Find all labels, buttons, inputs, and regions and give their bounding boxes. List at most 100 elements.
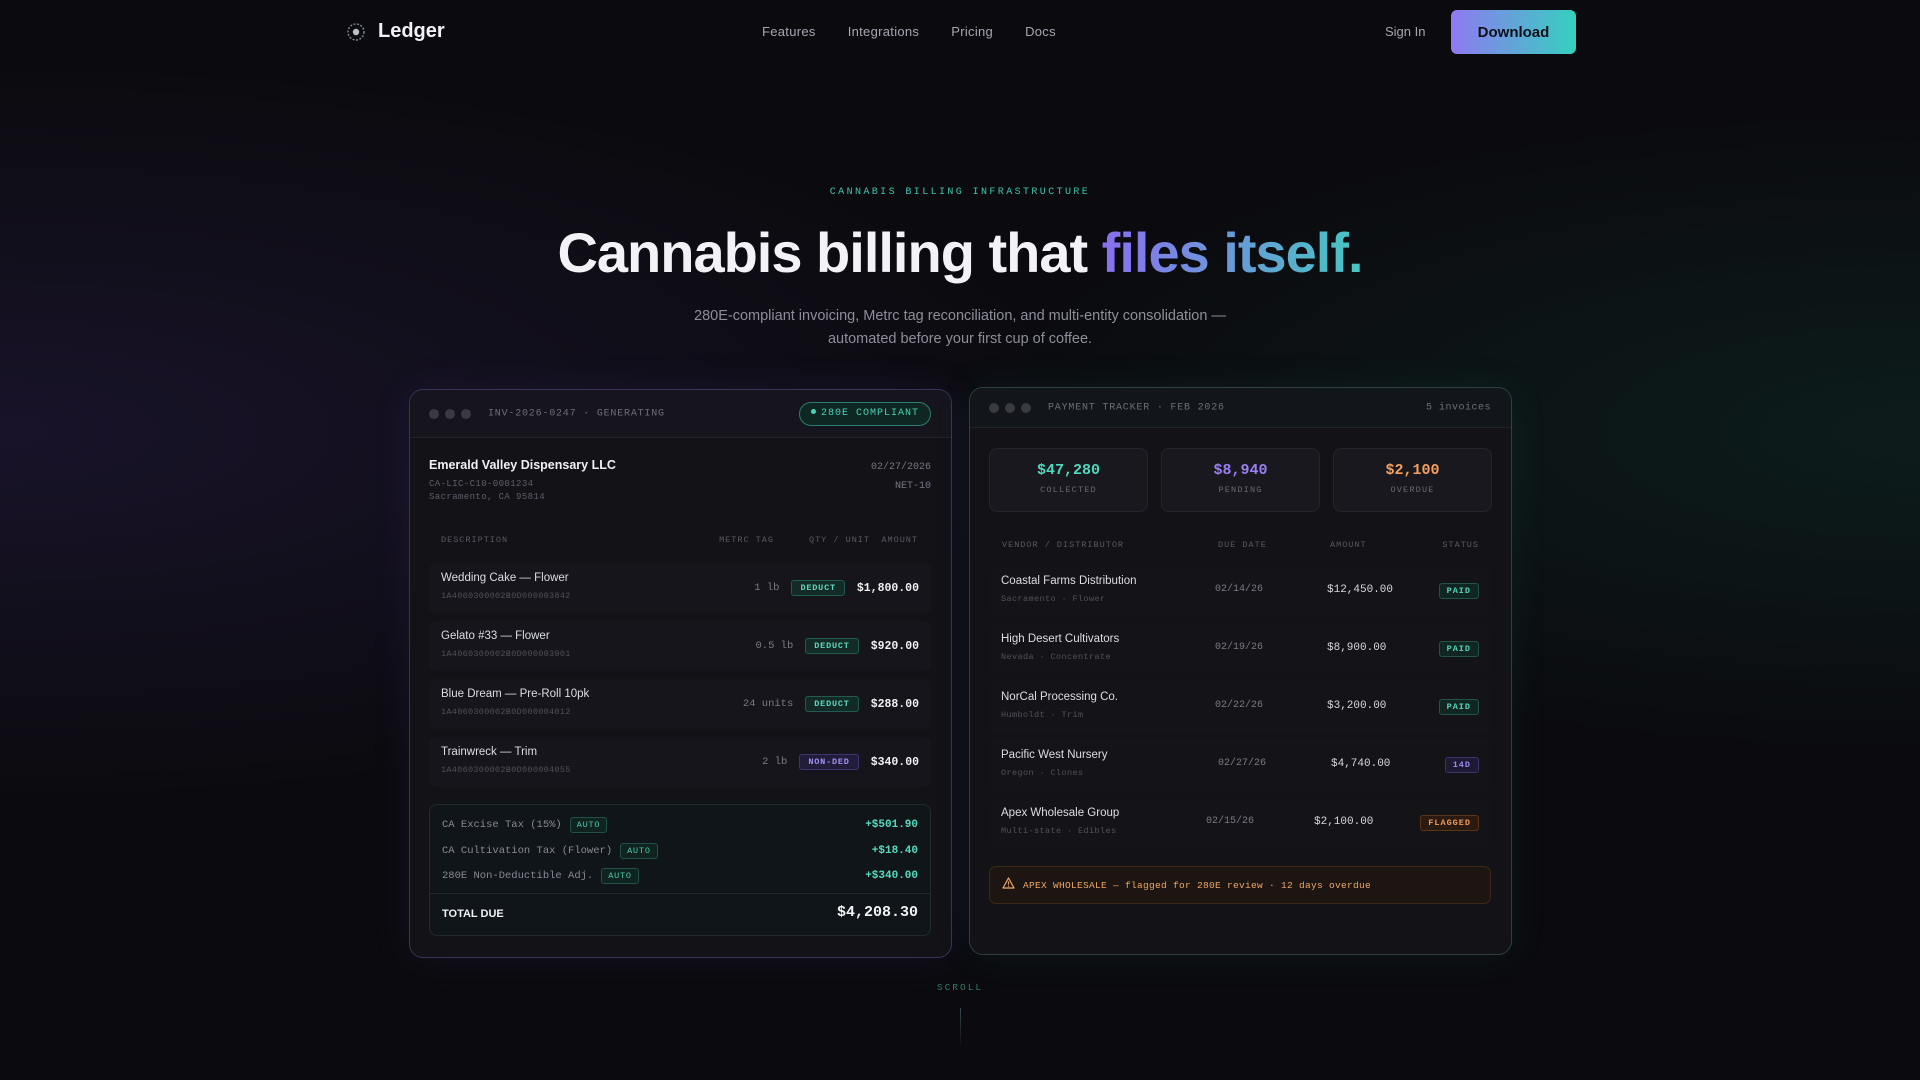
nav-link-pricing[interactable]: Pricing (951, 24, 993, 39)
top-nav: Ledger Features Integrations Pricing Doc… (346, 10, 1576, 54)
item-name: Blue Dream — Pre-Roll 10pk (441, 688, 590, 700)
item-metrc-tag: 1A4060300002B0D000004055 (441, 765, 571, 775)
alert-text: APEX WHOLESALE — flagged for 280E review… (1023, 879, 1372, 891)
non-deductible-badge: NON-DED (799, 754, 859, 770)
sign-in-link[interactable]: Sign In (1385, 24, 1425, 39)
payment-row[interactable]: NorCal Processing Co. Humboldt · Trim 02… (989, 682, 1491, 732)
download-button[interactable]: Download (1451, 10, 1576, 54)
tax-value: +$501.90 (865, 819, 918, 831)
invoice-id: INV-2026-0247 · GENERATING (488, 408, 665, 419)
payment-row[interactable]: Apex Wholesale Group Multi-state · Edibl… (989, 798, 1491, 848)
tax-value: +$18.40 (871, 845, 918, 857)
payment-amount: $3,200.00 (1327, 700, 1387, 712)
total-due-label: TOTAL DUE (442, 908, 504, 920)
line-item[interactable]: Gelato #33 — Flower 1A4060300002B0D00000… (429, 621, 931, 671)
item-qty: 2 lb (762, 756, 788, 768)
status-badge: PAID (1438, 699, 1479, 715)
tax-row: CA Cultivation Tax (Flower) AUTO +$18.40 (442, 843, 918, 863)
item-qty: 24 units (742, 698, 794, 710)
invoice-header: Emerald Valley Dispensary LLC CA-LIC-C10… (429, 458, 931, 508)
stat-value: $47,280 (1036, 462, 1100, 479)
customer-license: CA-LIC-C10-0001234 (429, 479, 534, 489)
vendor-name: Apex Wholesale Group (1001, 807, 1120, 819)
payment-amount: $2,100.00 (1314, 816, 1374, 828)
tax-summary: CA Excise Tax (15%) AUTO +$501.90 CA Cult… (429, 804, 931, 936)
auto-badge: AUTO (620, 843, 658, 859)
vendor-name: NorCal Processing Co. (1001, 691, 1118, 703)
col-metrc-tag: METRC TAG (719, 535, 774, 545)
tax-label-text: CA Excise Tax (15%) (442, 819, 562, 831)
invoice-date-terms: 02/27/2026 NET-10 (871, 458, 931, 496)
payment-amount: $8,900.00 (1327, 642, 1387, 654)
tax-value: +$340.00 (865, 870, 918, 882)
flag-alert[interactable]: APEX WHOLESALE — flagged for 280E review… (989, 866, 1491, 904)
invoice-date: 02/27/2026 (870, 462, 931, 473)
tax-label-text: CA Cultivation Tax (Flower) (442, 845, 613, 857)
brand[interactable]: Ledger (346, 20, 445, 43)
compliant-badge: 280E COMPLIANT (798, 402, 931, 426)
window-dot (445, 408, 455, 419)
window-dot (429, 408, 439, 419)
vendor-name: High Desert Cultivators (1001, 633, 1120, 645)
hero-headline: Cannabis billing that files itself. (0, 220, 1920, 285)
window-dot (989, 402, 999, 413)
stat-value: $2,100 (1385, 462, 1440, 479)
item-amount: $920.00 (870, 639, 919, 653)
nav-link-features[interactable]: Features (762, 24, 816, 39)
payment-row[interactable]: Pacific West Nursery Oregon · Clones 02/… (989, 740, 1491, 790)
item-name: Gelato #33 — Flower (441, 630, 550, 642)
window-dots (429, 408, 471, 419)
window-dots (989, 402, 1031, 413)
item-qty: 1 lb (754, 582, 780, 594)
item-amount: $288.00 (870, 697, 919, 711)
warning-icon (1002, 876, 1015, 894)
subheadline-line-1: 280E-compliant invoicing, Metrc tag reco… (694, 308, 1226, 324)
item-name: Wedding Cake — Flower (441, 572, 569, 584)
headline-plain: Cannabis billing that (557, 221, 1102, 284)
item-values: 2 lb NON-DED $340.00 (762, 754, 919, 770)
nav-link-integrations[interactable]: Integrations (848, 24, 920, 39)
divider (430, 893, 930, 894)
due-date: 02/19/26 (1215, 642, 1264, 653)
payment-tracker-panel: PAYMENT TRACKER · FEB 2026 5 invoices $4… (969, 387, 1512, 955)
payment-row[interactable]: Coastal Farms Distribution Sacramento · … (989, 566, 1491, 616)
stat-label: OVERDUE (1390, 485, 1435, 495)
tax-label: CA Excise Tax (15%) AUTO (442, 817, 918, 833)
tax-label-text: 280E Non-Deductible Adj. (442, 870, 594, 882)
line-item[interactable]: Blue Dream — Pre-Roll 10pk 1A4060300002B… (429, 679, 931, 729)
nav-link-docs[interactable]: Docs (1025, 24, 1056, 39)
scroll-indicator-label[interactable]: SCROLL (0, 982, 1920, 993)
tracker-panel-titlebar: PAYMENT TRACKER · FEB 2026 5 invoices (970, 388, 1511, 428)
item-qty: 0.5 lb (755, 640, 794, 652)
line-item[interactable]: Wedding Cake — Flower 1A4060300002B0D000… (429, 563, 931, 613)
vendor-meta: Nevada · Concentrate (1001, 652, 1112, 662)
scroll-indicator-line (960, 1008, 961, 1048)
item-values: 24 units DEDUCT $288.00 (743, 696, 919, 712)
due-date: 02/27/26 (1218, 758, 1267, 769)
vendor-meta: Multi-state · Edibles (1001, 826, 1117, 836)
brand-name: Ledger (378, 20, 445, 42)
due-date: 02/22/26 (1215, 700, 1264, 711)
payment-row[interactable]: High Desert Cultivators Nevada · Concent… (989, 624, 1491, 674)
stat-value: $8,940 (1213, 462, 1268, 479)
due-date: 02/14/26 (1215, 584, 1264, 595)
auto-badge: AUTO (601, 868, 639, 884)
item-amount: $1,800.00 (856, 581, 919, 595)
col-description: DESCRIPTION (441, 535, 509, 545)
status-badge: 14D (1444, 757, 1479, 773)
item-metrc-tag: 1A4060300002B0D000003901 (441, 649, 571, 659)
leaf-logo-icon (346, 22, 366, 42)
col-vendor: VENDOR / DISTRIBUTOR (1002, 540, 1125, 550)
hero-eyebrow: CANNABIS BILLING INFRASTRUCTURE (829, 187, 1091, 198)
customer-name: Emerald Valley Dispensary LLC (429, 458, 616, 472)
stat-collected: $47,280 COLLECTED (989, 448, 1148, 512)
item-metrc-tag: 1A4060300002B0D000003842 (441, 591, 571, 601)
tax-row: 280E Non-Deductible Adj. AUTO +$340.00 (442, 868, 918, 888)
window-dot (461, 408, 471, 419)
subheadline-line-2: automated before your first cup of coffe… (827, 331, 1093, 347)
status-badge: FLAGGED (1420, 815, 1479, 831)
tax-label: 280E Non-Deductible Adj. AUTO (442, 868, 918, 884)
line-item[interactable]: Trainwreck — Trim 1A4060300002B0D0000040… (429, 737, 931, 787)
invoice-panel-titlebar: INV-2026-0247 · GENERATING 280E COMPLIAN… (410, 390, 951, 438)
payment-amount: $12,450.00 (1327, 584, 1394, 596)
